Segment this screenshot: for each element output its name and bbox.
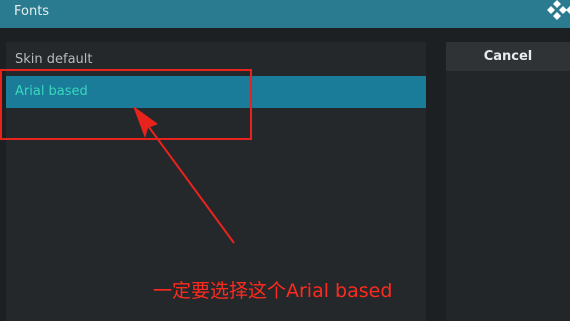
kodi-logo-icon: [547, 0, 570, 20]
dialog-titlebar: Fonts: [0, 0, 570, 28]
dialog-title: Fonts: [14, 4, 50, 19]
cancel-button[interactable]: Cancel: [446, 42, 570, 71]
side-panel: [446, 42, 570, 321]
list-item-label: Skin default: [15, 52, 93, 67]
annotation-text: 一定要选择这个Arial based: [153, 280, 393, 302]
annotation-highlight-box: [0, 69, 252, 140]
